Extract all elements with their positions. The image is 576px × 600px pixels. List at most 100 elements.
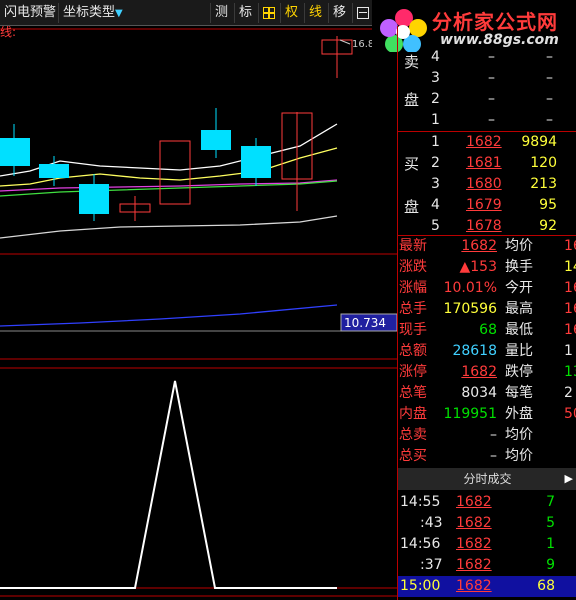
- stat-label: 最新: [399, 238, 427, 254]
- sell-level: 4: [431, 49, 440, 65]
- stat-value-2: 16: [564, 301, 576, 317]
- sell-price: –: [488, 70, 495, 86]
- quote-panel: 卖 盘 4– –3– –2– –1– – 买 盘 1 1682 9894 2 1681 120 3 1…: [397, 26, 576, 600]
- sell-volume: –: [546, 91, 553, 107]
- rights-button[interactable]: 权: [280, 3, 302, 23]
- stat-value-2: 16: [564, 322, 576, 338]
- buy-price: 1680: [466, 176, 502, 192]
- stat-row: 总买 – 均价: [398, 446, 576, 467]
- stat-value: 68: [479, 322, 497, 338]
- stat-row: 涨停 1682 跌停 13: [398, 362, 576, 383]
- stat-value: 119951: [443, 406, 497, 422]
- tick-header-label: 分时成交: [463, 472, 512, 486]
- tick-row[interactable]: :37 1682 9: [398, 555, 576, 576]
- coord-type-button[interactable]: 坐标类型▼: [58, 3, 127, 23]
- buy-level: 1: [431, 134, 440, 150]
- stat-value: 1682: [461, 364, 497, 380]
- buy-row[interactable]: 4 1679 95: [398, 195, 576, 216]
- mark-button[interactable]: 标: [234, 3, 256, 23]
- tick-time: :37: [420, 557, 443, 573]
- move-button[interactable]: 移: [328, 3, 350, 23]
- stat-label: 总笔: [399, 385, 427, 401]
- stat-label: 涨停: [399, 364, 427, 380]
- sell-price: –: [488, 112, 495, 128]
- tick-row[interactable]: 14:55 1682 7: [398, 492, 576, 513]
- tick-time: :43: [420, 515, 443, 531]
- stat-value: 10.01%: [443, 280, 497, 296]
- volume-value: 10.734: [344, 316, 386, 330]
- tick-volume: 1: [546, 536, 555, 552]
- stat-label: 总手: [399, 301, 427, 317]
- buy-price: 1681: [466, 155, 502, 171]
- stat-value: ▲153: [459, 259, 498, 275]
- tick-time: 15:00: [400, 578, 441, 594]
- stat-row: 涨幅 10.01% 今开 16: [398, 278, 576, 299]
- flash-alert-button[interactable]: 闪电预警: [0, 3, 60, 23]
- stat-value-2: 1: [564, 343, 573, 359]
- play-icon[interactable]: ▶: [565, 468, 573, 490]
- candle: [281, 112, 313, 211]
- tick-volume: 5: [546, 515, 555, 531]
- stat-value: 1682: [461, 238, 497, 254]
- tick-header[interactable]: 分时成交 ▶: [398, 468, 576, 490]
- sell-price: –: [488, 91, 495, 107]
- stat-value-2: 14.2: [564, 259, 576, 275]
- stat-label: 现手: [399, 322, 427, 338]
- crosshair-button[interactable]: [258, 3, 279, 23]
- stat-label: 涨跌: [399, 259, 427, 275]
- stat-value-2: 2: [564, 385, 573, 401]
- buy-row[interactable]: 5 1678 92: [398, 216, 576, 237]
- stat-label-2: 换手: [505, 259, 533, 275]
- buy-level: 2: [431, 155, 440, 171]
- stat-label-2: 跌停: [505, 364, 533, 380]
- tick-row[interactable]: 15:00 1682 68: [398, 576, 576, 597]
- price-chart[interactable]: 16.83 线: 10.734: [0, 26, 397, 600]
- candle: [119, 196, 151, 221]
- volume-ma-line: [0, 304, 338, 327]
- window-button[interactable]: [352, 3, 373, 23]
- buy-row[interactable]: 3 1680 213: [398, 174, 576, 195]
- stat-row: 总手 170596 最高 16: [398, 299, 576, 320]
- tick-time: 14:56: [400, 536, 441, 552]
- tick-volume: 9: [546, 557, 555, 573]
- tick-row[interactable]: :43 1682 5: [398, 513, 576, 534]
- buy-volume: 95: [539, 197, 557, 213]
- tick-row[interactable]: 14:56 1682 1: [398, 534, 576, 555]
- candle: [79, 174, 109, 221]
- stat-label-2: 均价: [505, 427, 533, 443]
- coord-type-label: 坐标类型: [63, 5, 116, 20]
- chevron-down-icon: ▼: [115, 8, 123, 19]
- sell-volume: –: [546, 112, 553, 128]
- indicator-label: 线:: [0, 26, 16, 39]
- stat-label-2: 量比: [505, 343, 533, 359]
- sell-level: 2: [431, 91, 440, 107]
- tick-price: 1682: [456, 557, 492, 573]
- stat-row: 总额 28618 量比 1: [398, 341, 576, 362]
- sell-row[interactable]: 4 – –: [398, 47, 576, 68]
- stat-row: 涨跌 ▲153 换手 14.2: [398, 257, 576, 278]
- sell-row[interactable]: 2 – –: [398, 89, 576, 110]
- sell-row[interactable]: 3 – –: [398, 68, 576, 89]
- window-icon: [357, 6, 369, 19]
- line-button[interactable]: 线: [304, 3, 326, 23]
- stat-value-2: 16: [564, 238, 576, 254]
- candle: [0, 124, 30, 176]
- tick-time: 14:55: [400, 494, 441, 510]
- buy-volume: 9894: [521, 134, 557, 150]
- stat-label: 总卖: [399, 427, 427, 443]
- tick-price: 1682: [456, 578, 492, 594]
- buy-price: 1679: [466, 197, 502, 213]
- tick-price: 1682: [456, 494, 492, 510]
- candle: [241, 138, 271, 186]
- stat-label-2: 均价: [505, 448, 533, 464]
- measure-button[interactable]: 测: [210, 3, 232, 23]
- sell-row[interactable]: 1 – –: [398, 110, 576, 131]
- stat-label-2: 外盘: [505, 406, 533, 422]
- tick-price: 1682: [456, 536, 492, 552]
- buy-row[interactable]: 2 1681 120: [398, 153, 576, 174]
- tick-price: 1682: [456, 515, 492, 531]
- buy-level: 3: [431, 176, 440, 192]
- tick-volume: 7: [546, 494, 555, 510]
- buy-row[interactable]: 1 1682 9894: [398, 132, 576, 153]
- stat-value: 8034: [461, 385, 497, 401]
